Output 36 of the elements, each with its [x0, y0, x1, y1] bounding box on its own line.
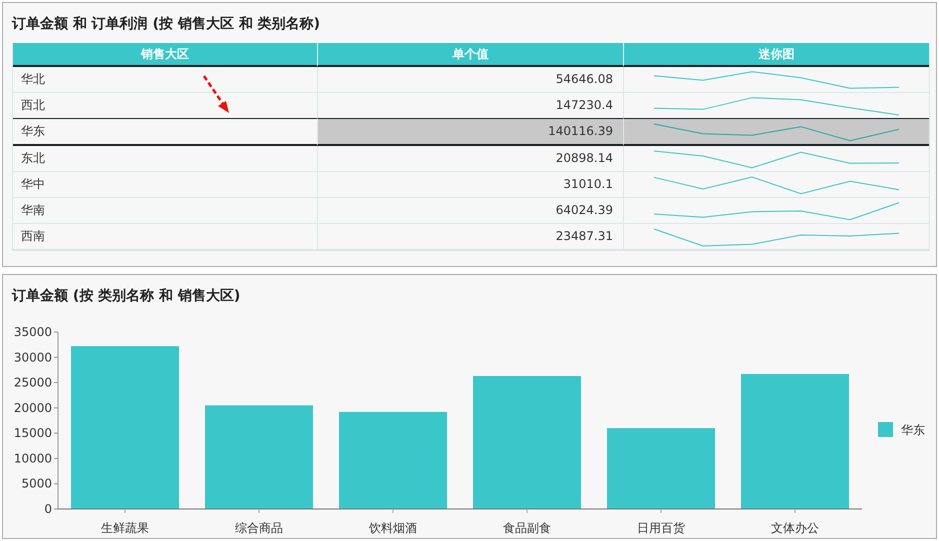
- x-tick-label: 文体办公: [771, 521, 819, 535]
- y-tick-label: 5000: [21, 476, 52, 491]
- bar[interactable]: [741, 374, 849, 509]
- panel-title: 订单金额 (按 类别名称 和 销售大区): [10, 286, 242, 306]
- x-tick-label: 综合商品: [235, 521, 283, 535]
- table-cell[interactable]: 东北: [13, 146, 317, 172]
- bar[interactable]: [71, 346, 179, 509]
- table-cell[interactable]: 西南: [13, 224, 317, 250]
- table-cell[interactable]: 23487.31: [317, 224, 623, 250]
- bar[interactable]: [205, 405, 313, 509]
- y-tick-label: 10000: [14, 451, 52, 466]
- y-tick-label: 0: [44, 502, 52, 516]
- legend-label: 华东: [901, 423, 925, 437]
- table-cell[interactable]: 20898.14: [317, 146, 623, 172]
- table-cell[interactable]: 54646.08: [317, 67, 623, 93]
- bar[interactable]: [473, 376, 581, 509]
- bar[interactable]: [339, 412, 447, 509]
- y-tick-label: 20000: [14, 400, 52, 415]
- table-cell[interactable]: 140116.39: [317, 118, 623, 146]
- y-tick-label: 25000: [14, 376, 52, 390]
- table-cell[interactable]: 华北: [13, 67, 317, 93]
- bar[interactable]: [607, 428, 715, 509]
- x-tick-label: 食品副食: [503, 521, 551, 535]
- sparkline-cell[interactable]: [623, 118, 929, 146]
- x-tick-label: 生鲜蔬果: [101, 521, 149, 535]
- table-cell[interactable]: 华中: [13, 172, 317, 198]
- panel-title: 订单金额 和 订单利润 (按 销售大区 和 类别名称): [10, 14, 322, 34]
- y-tick-label: 15000: [14, 426, 52, 440]
- y-tick-label: 30000: [14, 350, 52, 364]
- table-cell[interactable]: 华南: [13, 198, 317, 224]
- y-tick-label: 35000: [14, 325, 52, 339]
- x-tick-label: 饮料烟酒: [369, 521, 417, 535]
- table-cell[interactable]: 华东: [13, 118, 317, 146]
- table-cell[interactable]: 31010.1: [317, 172, 623, 198]
- x-tick-label: 日用百货: [637, 521, 685, 535]
- table-cell[interactable]: 64024.39: [317, 198, 623, 224]
